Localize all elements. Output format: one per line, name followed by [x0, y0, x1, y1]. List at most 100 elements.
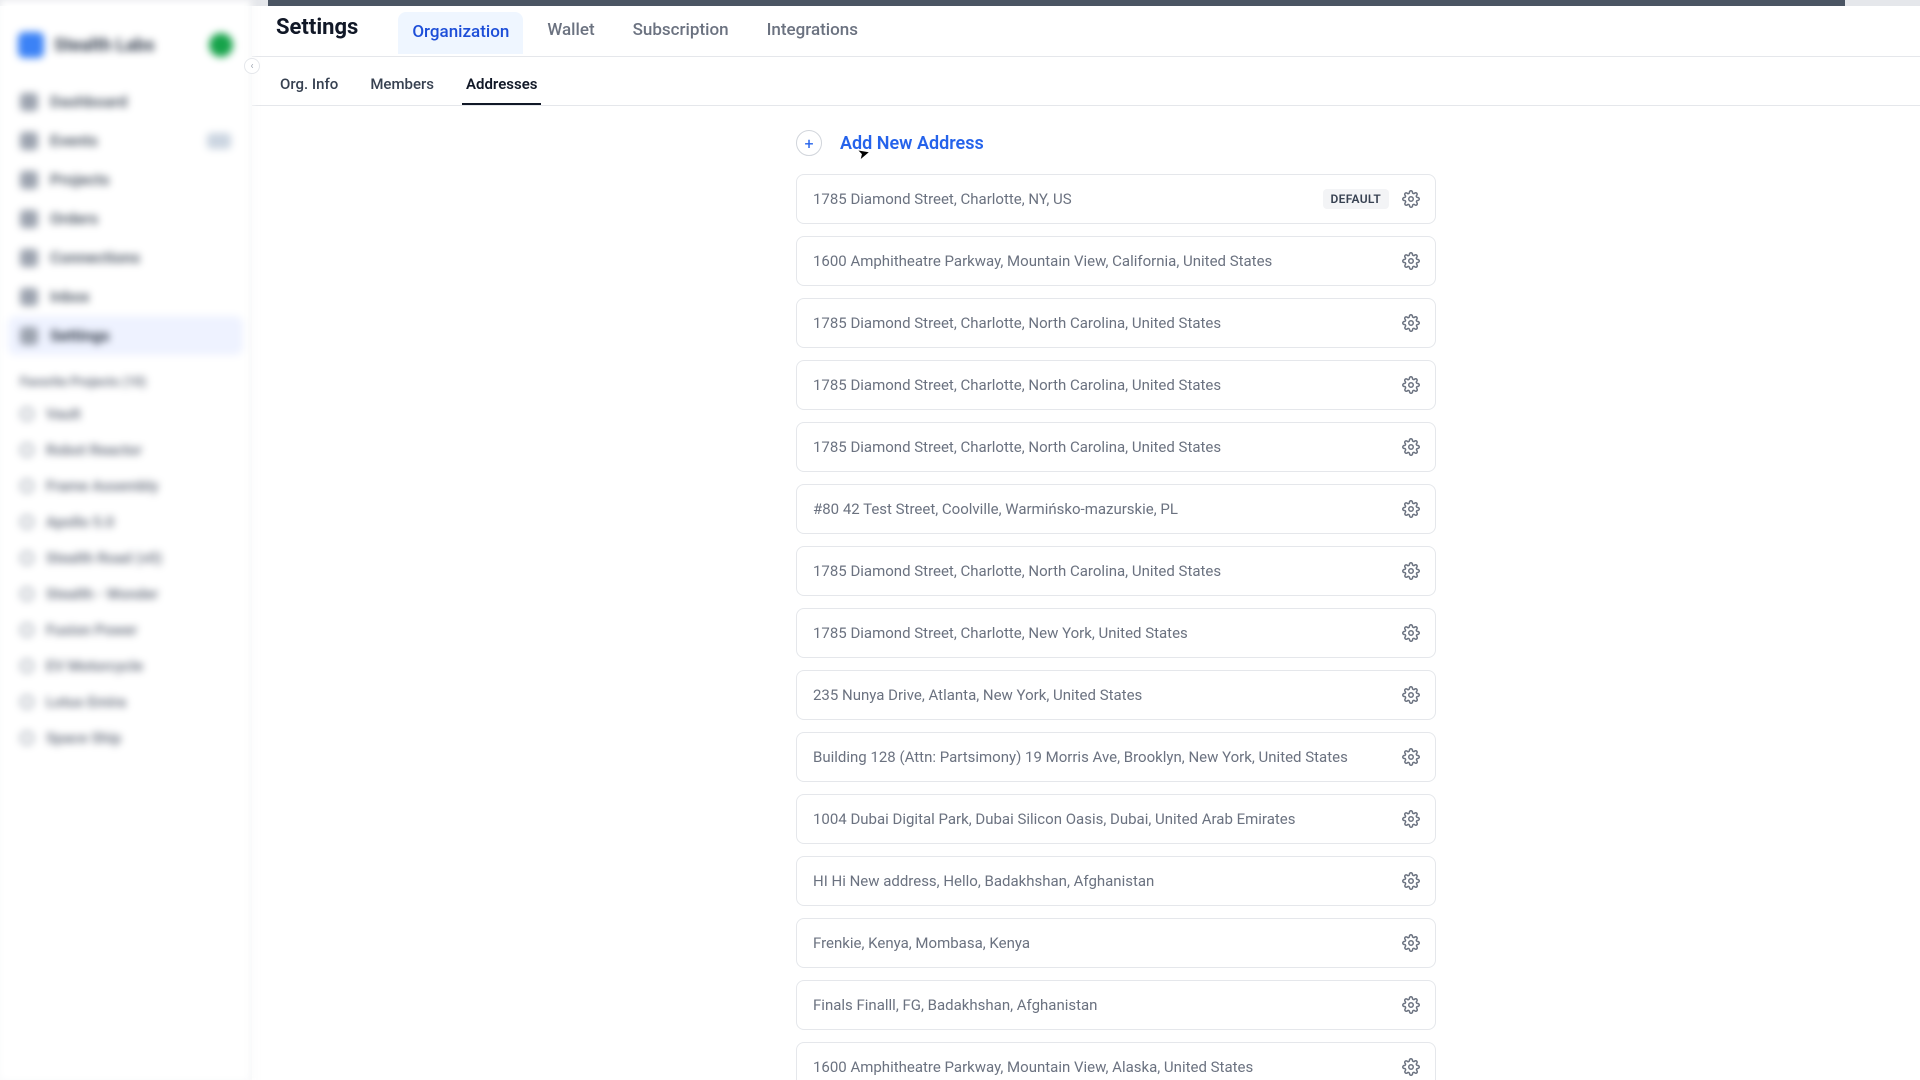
favorite-project-item[interactable]: EV Motorcycle: [8, 648, 243, 684]
sidebar-item-label: Connections: [50, 248, 140, 267]
gear-icon[interactable]: [1401, 809, 1421, 829]
sidebar-section-title: Favorite Projects (10): [8, 355, 243, 396]
favorite-project-item[interactable]: Robot Reactor: [8, 432, 243, 468]
address-text: HI Hi New address, Hello, Badakhshan, Af…: [813, 872, 1401, 890]
address-text: 1785 Diamond Street, Charlotte, North Ca…: [813, 376, 1401, 394]
project-dot-icon: [20, 407, 34, 421]
gear-icon[interactable]: [1401, 995, 1421, 1015]
project-label: Stealth Road (v0): [46, 549, 162, 567]
gear-icon[interactable]: [1401, 747, 1421, 767]
sidebar-item-connections[interactable]: Connections: [8, 238, 243, 277]
sidebar-collapse-handle[interactable]: ‹: [244, 58, 260, 74]
sidebar-item-label: Orders: [50, 209, 98, 228]
project-label: Robot Reactor: [46, 441, 142, 459]
favorite-project-item[interactable]: Stealth - Wonder: [8, 576, 243, 612]
address-text: 1785 Diamond Street, Charlotte, North Ca…: [813, 314, 1401, 332]
address-text: 235 Nunya Drive, Atlanta, New York, Unit…: [813, 686, 1401, 704]
nav-icon: [20, 210, 38, 228]
project-dot-icon: [20, 443, 34, 457]
gear-icon[interactable]: [1401, 313, 1421, 333]
sidebar-item-inbox[interactable]: Inbox: [8, 277, 243, 316]
sidebar-item-orders[interactable]: Orders: [8, 199, 243, 238]
top-progress-bar: [0, 0, 1920, 6]
sidebar-projects: Vault Robot Reactor Frame Assembly Apollo 5…: [8, 396, 243, 756]
brand-logo-icon: [18, 32, 44, 58]
page-title: Settings: [276, 15, 358, 54]
top-progress-fill: [268, 0, 1845, 6]
address-row: 1004 Dubai Digital Park, Dubai Silicon O…: [796, 794, 1436, 844]
favorite-project-item[interactable]: Frame Assembly: [8, 468, 243, 504]
brand-name: Stealth Labs: [54, 35, 155, 56]
favorite-project-item[interactable]: Space Ship: [8, 720, 243, 756]
sidebar-nav: Dashboard Events Projects Orders Connections…: [8, 82, 243, 355]
project-dot-icon: [20, 731, 34, 745]
nav-icon: [20, 93, 38, 111]
project-dot-icon: [20, 479, 34, 493]
address-row: 1785 Diamond Street, Charlotte, North Ca…: [796, 422, 1436, 472]
sub-tabs: Org. Info Members Addresses: [252, 57, 1920, 106]
address-row: HI Hi New address, Hello, Badakhshan, Af…: [796, 856, 1436, 906]
favorite-project-item[interactable]: Stealth Road (v0): [8, 540, 243, 576]
address-text: 1785 Diamond Street, Charlotte, North Ca…: [813, 562, 1401, 580]
gear-icon[interactable]: [1401, 1057, 1421, 1077]
address-text: Frenkie, Kenya, Mombasa, Kenya: [813, 934, 1401, 952]
project-dot-icon: [20, 695, 34, 709]
address-panel: + Add New Address ➤ 1785 Diamond Street,…: [796, 130, 1436, 1080]
tab-wallet[interactable]: Wallet: [533, 12, 608, 56]
favorite-project-item[interactable]: Vault: [8, 396, 243, 432]
subtab-members[interactable]: Members: [366, 69, 438, 105]
subtab-addresses[interactable]: Addresses: [462, 69, 541, 105]
address-row: 1600 Amphitheatre Parkway, Mountain View…: [796, 236, 1436, 286]
primary-header: Settings OrganizationWalletSubscriptionI…: [252, 0, 1920, 57]
favorite-project-item[interactable]: Lotus Emira: [8, 684, 243, 720]
project-label: Apollo 5.0: [46, 513, 114, 531]
address-row: Building 128 (Attn: Partsimony) 19 Morri…: [796, 732, 1436, 782]
address-row: 235 Nunya Drive, Atlanta, New York, Unit…: [796, 670, 1436, 720]
favorite-project-item[interactable]: Apollo 5.0: [8, 504, 243, 540]
address-row: 1785 Diamond Street, Charlotte, North Ca…: [796, 298, 1436, 348]
gear-icon[interactable]: [1401, 933, 1421, 953]
project-label: Fusion Power: [46, 621, 137, 639]
avatar[interactable]: [209, 33, 233, 57]
address-text: 1004 Dubai Digital Park, Dubai Silicon O…: [813, 810, 1401, 828]
address-row: #80 42 Test Street, Coolville, Warmińsko…: [796, 484, 1436, 534]
address-text: 1785 Diamond Street, Charlotte, New York…: [813, 624, 1401, 642]
gear-icon[interactable]: [1401, 623, 1421, 643]
project-dot-icon: [20, 551, 34, 565]
tab-organization[interactable]: Organization: [398, 12, 523, 54]
gear-icon[interactable]: [1401, 685, 1421, 705]
address-text: Building 128 (Attn: Partsimony) 19 Morri…: [813, 748, 1401, 766]
gear-icon[interactable]: [1401, 871, 1421, 891]
nav-icon: [20, 171, 38, 189]
project-label: EV Motorcycle: [46, 657, 143, 675]
address-row: 1785 Diamond Street, Charlotte, NY, USDE…: [796, 174, 1436, 224]
address-text: 1785 Diamond Street, Charlotte, NY, US: [813, 190, 1323, 208]
nav-icon: [20, 327, 38, 345]
address-text: 1785 Diamond Street, Charlotte, North Ca…: [813, 438, 1401, 456]
sidebar: Stealth Labs Dashboard Events Projects Orde…: [0, 0, 252, 1080]
sidebar-item-settings[interactable]: Settings: [8, 316, 243, 355]
sidebar-item-label: Events: [50, 131, 98, 150]
gear-icon[interactable]: [1401, 499, 1421, 519]
address-text: Finals Finalll, FG, Badakhshan, Afghanis…: [813, 996, 1401, 1014]
sidebar-item-projects[interactable]: Projects: [8, 160, 243, 199]
gear-icon[interactable]: [1401, 251, 1421, 271]
project-dot-icon: [20, 623, 34, 637]
project-dot-icon: [20, 515, 34, 529]
sidebar-item-label: Dashboard: [50, 92, 127, 111]
tab-integrations[interactable]: Integrations: [753, 12, 872, 56]
tab-subscription[interactable]: Subscription: [619, 12, 743, 56]
gear-icon[interactable]: [1401, 375, 1421, 395]
project-label: Lotus Emira: [46, 693, 126, 711]
gear-icon[interactable]: [1401, 189, 1421, 209]
content-scroll[interactable]: + Add New Address ➤ 1785 Diamond Street,…: [252, 106, 1920, 1080]
subtab-org-info[interactable]: Org. Info: [276, 69, 342, 105]
add-new-address-button[interactable]: + Add New Address ➤: [796, 130, 1436, 156]
sidebar-item-dashboard[interactable]: Dashboard: [8, 82, 243, 121]
address-text: #80 42 Test Street, Coolville, Warmińsko…: [813, 500, 1401, 518]
gear-icon[interactable]: [1401, 561, 1421, 581]
favorite-project-item[interactable]: Fusion Power: [8, 612, 243, 648]
gear-icon[interactable]: [1401, 437, 1421, 457]
sidebar-item-events[interactable]: Events: [8, 121, 243, 160]
address-row: 1785 Diamond Street, Charlotte, North Ca…: [796, 360, 1436, 410]
